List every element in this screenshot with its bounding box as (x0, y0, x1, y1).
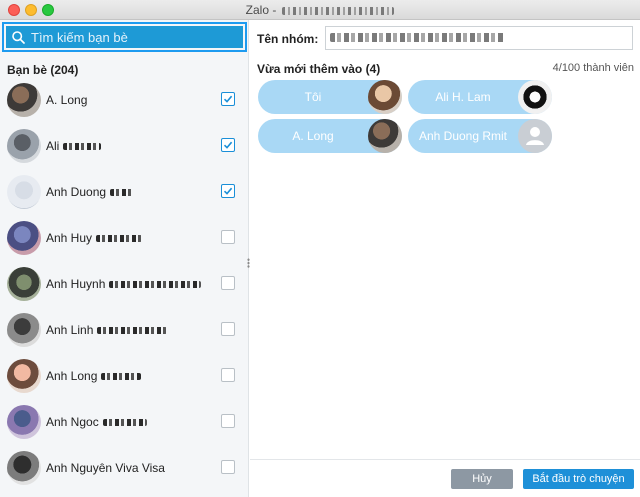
friend-row[interactable]: Anh Linh (0, 308, 249, 354)
friend-name: Anh Huynh (46, 277, 106, 291)
redacted-name (101, 373, 142, 381)
friend-name: Anh Linh (46, 323, 94, 337)
friends-panel: Bạn bè (204) A. Long Ali Anh Duong (0, 20, 249, 497)
member-chip-label: Ali H. Lam (435, 90, 491, 104)
friend-checkbox[interactable] (221, 92, 235, 106)
friend-row[interactable]: Anh Long (0, 354, 249, 400)
search-icon (12, 30, 25, 44)
redacted-group-name (330, 33, 505, 42)
redacted-name (97, 327, 168, 335)
redacted-name (109, 281, 202, 289)
friend-name: A. Long (46, 93, 88, 107)
friend-name: Anh Duong (46, 185, 107, 199)
action-bar: Hủy Bắt đầu trò chuyện (250, 459, 640, 497)
friend-row[interactable]: Anh Huynh (0, 262, 249, 308)
redacted-name (110, 189, 135, 197)
member-chip-label: Anh Duong Rmit (418, 129, 508, 143)
friend-row[interactable]: Ali (0, 124, 249, 170)
friend-checkbox[interactable] (221, 460, 235, 474)
avatar (518, 119, 552, 153)
member-count: 4/100 thành viên (552, 62, 634, 74)
member-chip[interactable]: Anh Duong Rmit (408, 119, 552, 153)
user-placeholder-icon (526, 127, 544, 145)
friend-checkbox[interactable] (221, 414, 235, 428)
group-panel: Tên nhóm: Vừa mới thêm vào (4) 4/100 thà… (250, 20, 640, 497)
redacted-title (282, 6, 395, 15)
avatar (7, 221, 41, 255)
friend-name: Anh Huy (46, 231, 93, 245)
avatar (7, 129, 41, 163)
friend-row[interactable]: Anh Huy (0, 216, 249, 262)
redacted-name (63, 143, 102, 151)
avatar (7, 405, 41, 439)
avatar (7, 175, 41, 209)
friend-row[interactable]: Anh Ngoc (0, 400, 249, 446)
friend-checkbox[interactable] (221, 184, 235, 198)
avatar (368, 119, 402, 153)
search-box[interactable] (2, 22, 247, 52)
checkmark-icon (223, 95, 233, 103)
zalo-window: Zalo - Bạn bè (204) A. Long (0, 0, 640, 497)
friend-row[interactable]: Anh Duong (0, 170, 249, 216)
start-chat-button[interactable]: Bắt đầu trò chuyện (523, 469, 634, 489)
checkmark-icon (223, 141, 233, 149)
group-name-label: Tên nhóm: (257, 32, 319, 46)
title-bar: Zalo - (0, 0, 640, 20)
friend-checkbox[interactable] (221, 138, 235, 152)
friend-checkbox[interactable] (221, 230, 235, 244)
search-input[interactable] (31, 29, 221, 45)
friend-name: Ali (46, 139, 60, 153)
avatar (7, 359, 41, 393)
friend-row[interactable]: Anh Nguyên Viva Visa (0, 446, 249, 492)
member-chip[interactable]: A. Long (258, 119, 402, 153)
member-chip[interactable]: Tôi (258, 80, 402, 114)
window-title: Zalo - (245, 3, 277, 17)
redacted-name (96, 235, 143, 243)
recently-added-header: Vừa mới thêm vào (4) (257, 62, 381, 76)
member-chip-label: Tôi (304, 90, 322, 104)
avatar (518, 80, 552, 114)
avatar (368, 80, 402, 114)
friends-count-header: Bạn bè (204) (7, 63, 79, 77)
friend-name: Anh Nguyên Viva Visa (46, 461, 165, 475)
redacted-name (102, 419, 147, 427)
friend-checkbox[interactable] (221, 368, 235, 382)
member-chip[interactable]: Ali H. Lam (408, 80, 552, 114)
avatar (7, 83, 41, 117)
friend-name: Anh Long (46, 369, 98, 383)
avatar (7, 313, 41, 347)
friend-checkbox[interactable] (221, 276, 235, 290)
avatar (7, 451, 41, 485)
cancel-button[interactable]: Hủy (451, 469, 513, 489)
avatar (7, 267, 41, 301)
checkmark-icon (223, 187, 233, 195)
friend-row[interactable]: A. Long (0, 78, 249, 124)
friend-checkbox[interactable] (221, 322, 235, 336)
friend-name: Anh Ngoc (46, 415, 99, 429)
member-chip-label: A. Long (292, 129, 334, 143)
friend-list[interactable]: A. Long Ali Anh Duong Anh Huy Anh Huynh … (0, 78, 249, 497)
